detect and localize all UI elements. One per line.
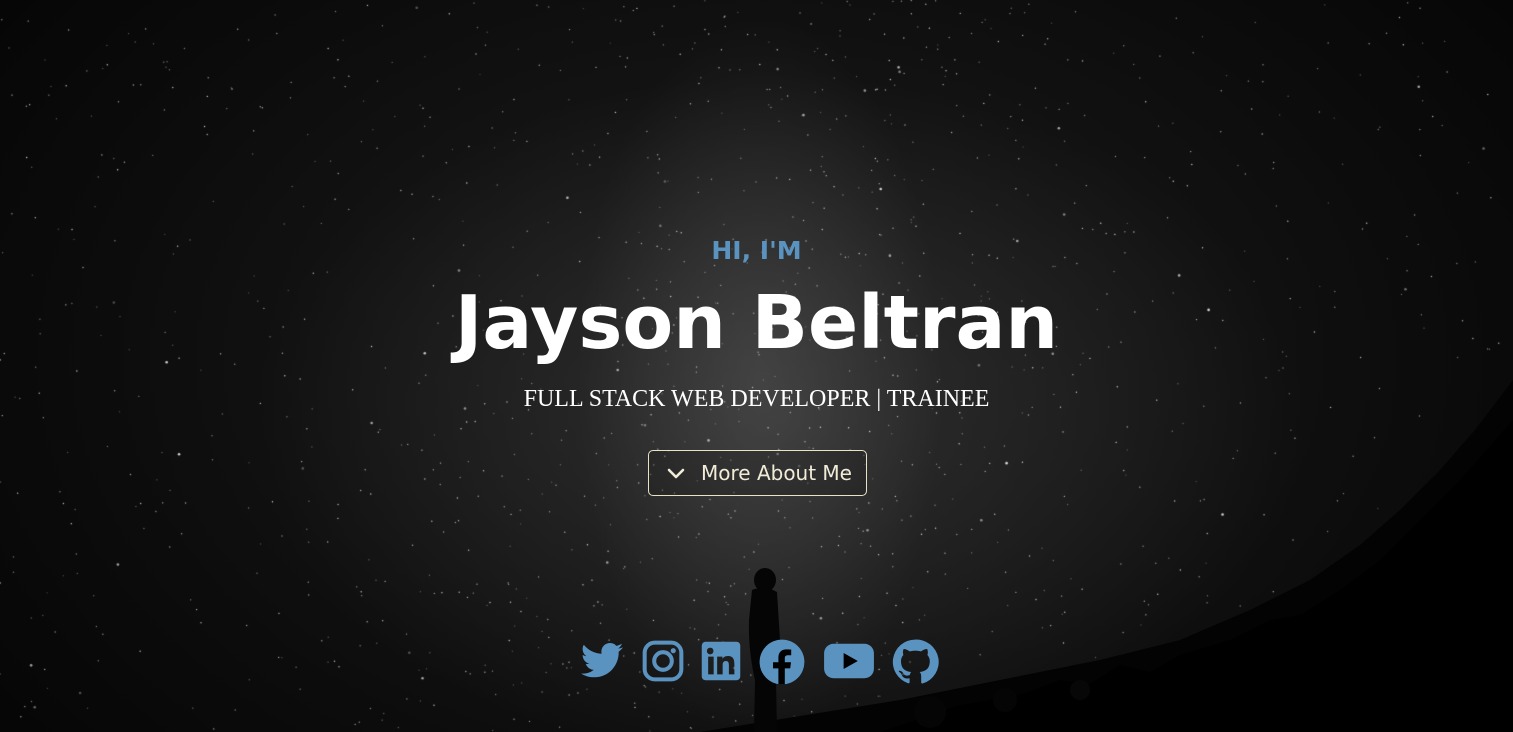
- instagram-link[interactable]: [641, 638, 685, 684]
- hero-subtitle: FULL STACK WEB DEVELOPER | TRAINEE: [523, 386, 990, 412]
- youtube-icon: [824, 643, 874, 679]
- hero-name: Jayson Beltran: [454, 280, 1059, 366]
- hero-section: HI, I'M Jayson Beltran FULL STACK WEB DE…: [0, 0, 1513, 732]
- linkedin-icon: [701, 641, 741, 681]
- twitter-icon: [580, 643, 624, 678]
- twitter-link[interactable]: [577, 638, 627, 684]
- landscape-silhouette: [700, 380, 1513, 732]
- more-about-me-button[interactable]: More About Me: [648, 450, 867, 496]
- facebook-icon: [759, 639, 805, 685]
- instagram-icon: [642, 640, 684, 682]
- more-about-me-label: More About Me: [701, 461, 852, 485]
- youtube-link[interactable]: [822, 638, 876, 684]
- github-icon: [892, 639, 939, 684]
- linkedin-link[interactable]: [699, 638, 743, 684]
- github-link[interactable]: [891, 638, 939, 686]
- facebook-link[interactable]: [758, 638, 806, 686]
- social-links: [0, 638, 1513, 686]
- chevron-down-icon: [667, 468, 685, 479]
- greeting-text: HI, I'M: [711, 236, 802, 265]
